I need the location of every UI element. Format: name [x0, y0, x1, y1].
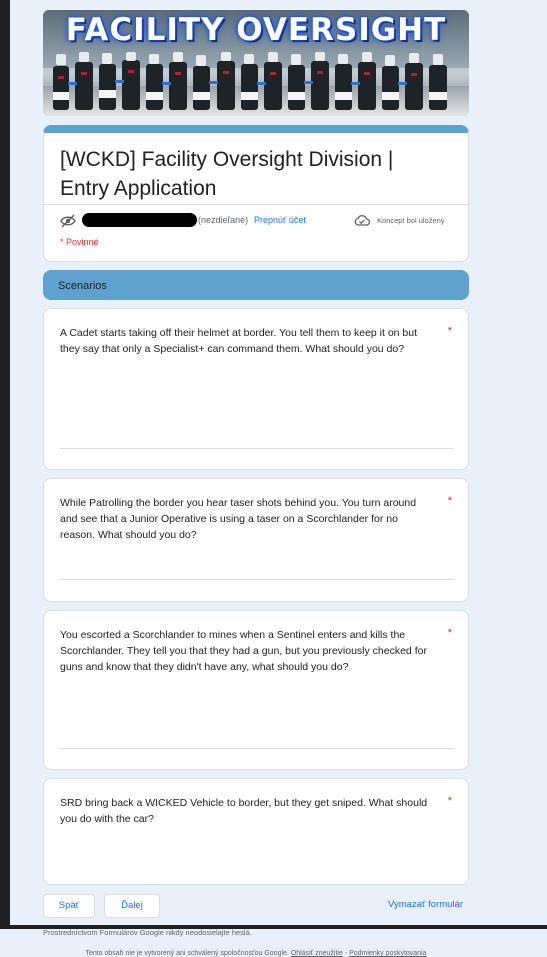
question-card: SRD bring back a WICKED Vehicle to borde… — [43, 778, 469, 885]
question-card: A Cadet starts taking off their helmet a… — [43, 308, 469, 470]
question-card: While Patrolling the border you hear tas… — [43, 478, 469, 602]
form-header-card: [WCKD] Facility Oversight Division | Ent… — [43, 125, 469, 262]
account-row: (nezdieľané) Prepnúť účet Koncept bol ul… — [60, 211, 456, 233]
answer-input[interactable] — [60, 748, 454, 749]
question-text: SRD bring back a WICKED Vehicle to borde… — [60, 797, 428, 825]
required-asterisk: * — [447, 627, 452, 639]
not-shared-label: (nezdieľané) — [198, 215, 249, 225]
footer-disclaimer: Tento obsah nie je vytvorený ani schvále… — [43, 950, 469, 957]
question-card: You escorted a Scorchlander to mines whe… — [43, 610, 469, 770]
banner-title: FACILITY OVERSIGHT — [65, 12, 447, 48]
report-abuse-link[interactable]: Ohlásiť zneužitie — [291, 950, 343, 957]
next-button[interactable]: Ďalej — [104, 894, 160, 918]
disclaimer-text: Tento obsah nie je vytvorený ani schvále… — [85, 950, 289, 957]
draft-saved-status: Koncept bol uložený — [377, 216, 445, 225]
section-title: Scenarios — [58, 280, 107, 292]
switch-account-link[interactable]: Prepnúť účet — [254, 215, 306, 225]
required-asterisk: * — [447, 325, 452, 337]
section-header: Scenarios — [43, 270, 469, 300]
visibility-off-icon — [60, 214, 76, 228]
header-divider — [44, 204, 468, 205]
required-asterisk: * — [447, 795, 452, 807]
answer-input[interactable] — [60, 448, 454, 449]
back-button[interactable]: Späť — [43, 894, 95, 918]
terms-link[interactable]: Podmienky poskytovania — [349, 950, 426, 957]
required-asterisk: * — [447, 495, 452, 507]
cloud-done-icon — [354, 215, 370, 226]
window-bottom-edge — [0, 925, 547, 929]
redacted-email — [82, 213, 197, 227]
window-edge — [0, 0, 10, 929]
footer-separator: - — [344, 950, 348, 957]
question-text: You escorted a Scorchlander to mines whe… — [60, 629, 427, 673]
answer-input[interactable] — [60, 579, 454, 580]
required-note: * Povinné — [60, 237, 99, 247]
form-navigation: Späť Ďalej Vymazať formulár — [43, 894, 469, 918]
form-title: [WCKD] Facility Oversight Division | Ent… — [60, 148, 394, 200]
header-banner-image: FACILITY OVERSIGHT — [43, 10, 469, 116]
password-warning: Prostredníctvom Formulárov Google nikdy … — [43, 928, 252, 937]
soldiers-illustration — [53, 52, 447, 110]
question-text: A Cadet starts taking off their helmet a… — [60, 327, 418, 355]
clear-form-link[interactable]: Vymazať formulár — [388, 899, 463, 910]
question-text: While Patrolling the border you hear tas… — [60, 497, 417, 541]
form-container: FACILITY OVERSIGHT [WCKD] Facility Overs… — [43, 10, 469, 957]
